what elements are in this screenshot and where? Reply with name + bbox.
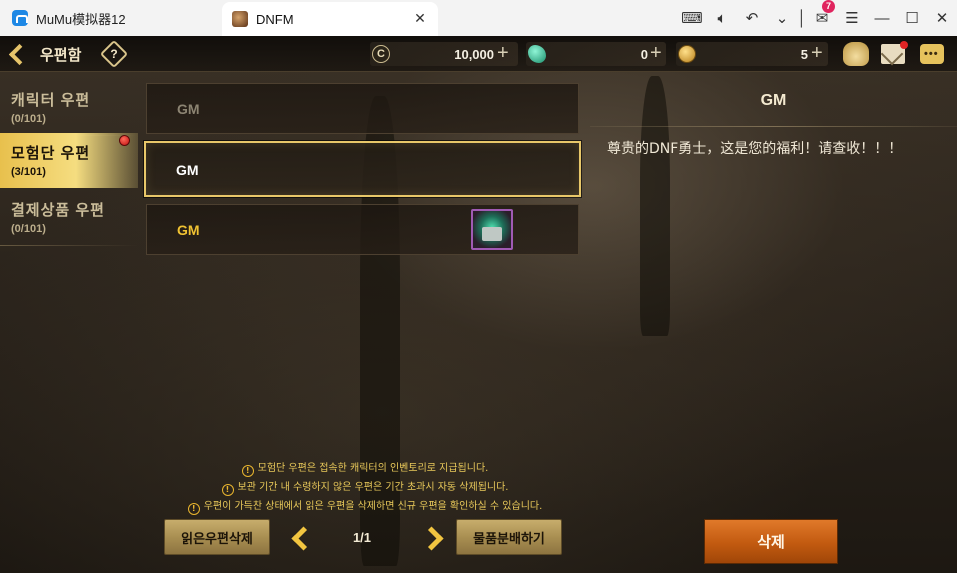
chat-icon[interactable]: ••• bbox=[920, 44, 944, 64]
warning-icon: ! bbox=[221, 484, 234, 496]
coin-currency bbox=[678, 43, 696, 65]
coin-plus-button[interactable]: + bbox=[811, 43, 823, 63]
crystal-plus-button[interactable]: + bbox=[650, 43, 662, 63]
prev-page-arrow-icon[interactable] bbox=[290, 525, 306, 551]
notice-text: 우편이 가득찬 상태에서 읽은 우편을 삭제하면 신규 우편을 확인하실 수 있… bbox=[203, 501, 543, 512]
help-icon: ? bbox=[110, 47, 118, 61]
mail-detail-body: 尊贵的DNF勇士，这是您的福利！请查收！！！ bbox=[607, 141, 903, 157]
keyboard-icon[interactable]: ⌨ bbox=[677, 0, 707, 36]
gold-coin-icon: C bbox=[372, 45, 390, 63]
mail-list-item[interactable]: GM bbox=[146, 204, 579, 255]
tab-payment-mail[interactable]: 결제상품 우편 (0/101) bbox=[0, 190, 138, 245]
chevron-down-icon[interactable]: ⌄ bbox=[767, 0, 797, 36]
attachment-item-icon[interactable] bbox=[471, 209, 513, 250]
close-tab-icon[interactable]: ✕ bbox=[412, 10, 428, 26]
page-title: 우편함 bbox=[40, 47, 82, 64]
warning-icon: ! bbox=[187, 503, 200, 515]
tab-count: (0/101) bbox=[11, 113, 46, 125]
help-button[interactable]: ? bbox=[99, 39, 129, 69]
game-topbar: 우편함 ? C 10,000 + 0 + 5 + ••• bbox=[0, 36, 957, 72]
game-screen: 우편함 ? C 10,000 + 0 + 5 + ••• 캐릭터 우편 (0/1… bbox=[0, 36, 957, 573]
back-arrow-icon[interactable] bbox=[8, 43, 30, 65]
emulator-app-tab[interactable]: MuMu模拟器12 bbox=[0, 0, 220, 36]
game-tab[interactable]: DNFM ✕ bbox=[222, 2, 438, 36]
mail-list-item-selected[interactable]: GM bbox=[144, 141, 581, 197]
next-page-arrow-icon[interactable] bbox=[425, 525, 441, 551]
mail-list-item[interactable]: GM bbox=[146, 83, 579, 134]
dnfm-tab-icon bbox=[232, 11, 248, 27]
pouch-icon[interactable] bbox=[843, 42, 869, 66]
distribute-items-button[interactable]: 물품분배하기 bbox=[456, 519, 562, 555]
mail-icon[interactable] bbox=[881, 41, 908, 64]
notification-mail-icon[interactable]: ✉ 7 bbox=[807, 0, 837, 36]
mail-sender: GM bbox=[177, 101, 200, 117]
mail-sender: GM bbox=[177, 222, 200, 238]
tab-count: (0/101) bbox=[11, 223, 46, 235]
separator: │ bbox=[797, 9, 807, 27]
crystal-amount: 0 bbox=[640, 47, 648, 62]
mail-detail-sender: GM bbox=[760, 92, 787, 109]
undo-icon[interactable]: ↶ bbox=[737, 0, 767, 36]
maximize-icon[interactable]: ☐ bbox=[897, 0, 927, 36]
tab-character-mail[interactable]: 캐릭터 우편 (0/101) bbox=[0, 80, 138, 135]
tab-adventure-mail[interactable]: 모험단 우편 (3/101) bbox=[0, 133, 138, 188]
close-window-icon[interactable]: ✕ bbox=[927, 0, 957, 36]
background-tree bbox=[640, 76, 670, 336]
tab-label: 결제상품 우편 bbox=[11, 202, 105, 219]
gold-amount: 10,000 bbox=[454, 47, 494, 62]
crystal-icon bbox=[528, 45, 546, 63]
new-mail-indicator bbox=[119, 135, 130, 146]
mumu-logo-icon bbox=[12, 10, 28, 26]
notification-badge: 7 bbox=[822, 0, 835, 13]
crystal-currency bbox=[528, 43, 546, 65]
medal-coin-icon bbox=[678, 45, 696, 63]
page-indicator: 1/1 bbox=[352, 530, 372, 545]
mail-sender: GM bbox=[176, 162, 199, 178]
coin-amount: 5 bbox=[800, 47, 808, 62]
notice-line: ! 모험단 우편은 접속한 캐릭터의 인벤토리로 지급됩니다. bbox=[140, 459, 590, 477]
minimize-icon[interactable]: — bbox=[867, 0, 897, 36]
tab-count: (3/101) bbox=[11, 166, 46, 178]
game-tab-title: DNFM bbox=[256, 11, 294, 27]
notice-text: 모험단 우편은 접속한 캐릭터의 인벤토리로 지급됩니다. bbox=[257, 463, 489, 474]
emulator-app-name: MuMu模拟器12 bbox=[36, 11, 126, 27]
chat-icon-dots: ••• bbox=[924, 48, 939, 60]
menu-icon[interactable]: ☰ bbox=[837, 0, 867, 36]
notice-line: ! 우편이 가득찬 상태에서 읽은 우편을 삭제하면 신규 우편을 확인하실 수 … bbox=[140, 497, 590, 515]
tab-label: 모험단 우편 bbox=[11, 145, 91, 162]
window-controls: ⌨ 🔈︎ ↶ ⌄ │ ✉ 7 ☰ — ☐ ✕ bbox=[677, 0, 957, 36]
tab-divider bbox=[0, 245, 138, 246]
mail-alert-dot bbox=[900, 41, 908, 49]
volume-icon[interactable]: 🔈︎ bbox=[707, 0, 737, 36]
notice-text: 보관 기간 내 수령하지 않은 우편은 기간 초과시 자동 삭제됩니다. bbox=[237, 482, 509, 493]
delete-button[interactable]: 삭제 bbox=[704, 519, 838, 564]
gold-plus-button[interactable]: + bbox=[497, 43, 509, 63]
detail-divider bbox=[590, 126, 957, 127]
tab-label: 캐릭터 우편 bbox=[11, 92, 91, 109]
warning-icon: ! bbox=[241, 465, 254, 477]
emulator-titlebar: MuMu模拟器12 DNFM ✕ ⌨ 🔈︎ ↶ ⌄ │ ✉ 7 ☰ — ☐ ✕ bbox=[0, 0, 957, 36]
notice-line: ! 보관 기간 내 수령하지 않은 우편은 기간 초과시 자동 삭제됩니다. bbox=[140, 478, 590, 496]
gold-currency: C bbox=[372, 43, 390, 65]
delete-read-mail-button[interactable]: 읽은우편삭제 bbox=[164, 519, 270, 555]
